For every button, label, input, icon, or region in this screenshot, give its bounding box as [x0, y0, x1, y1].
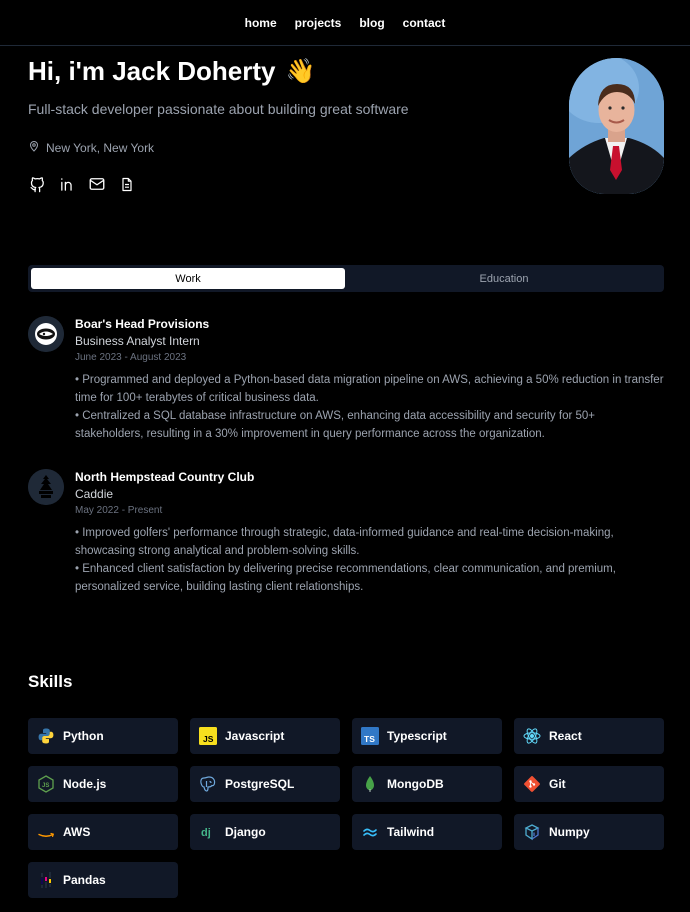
- location: New York, New York: [28, 140, 154, 155]
- hero-name: Hi, i'm Jack Doherty: [28, 56, 276, 86]
- javascript-icon: JS: [199, 727, 217, 745]
- skill-aws: AWS: [28, 814, 178, 850]
- skill-python: Python: [28, 718, 178, 754]
- skill-django: dj Django: [190, 814, 340, 850]
- job-role: Business Analyst Intern: [75, 334, 200, 348]
- pandas-icon: [37, 871, 55, 889]
- top-nav: home projects blog contact: [0, 0, 690, 46]
- skill-mongodb: MongoDB: [352, 766, 502, 802]
- job-role: Caddie: [75, 487, 114, 501]
- skill-javascript: JS Javascript: [190, 718, 340, 754]
- job-bullet: • Programmed and deployed a Python-based…: [75, 374, 664, 404]
- svg-text:JS: JS: [42, 783, 49, 789]
- skill-pandas: Pandas: [28, 862, 178, 898]
- skill-label: Python: [63, 729, 104, 743]
- skill-typescript: TS Typescript: [352, 718, 502, 754]
- profile-photo: [569, 58, 664, 194]
- nav-home[interactable]: home: [245, 16, 277, 30]
- linkedin-icon[interactable]: [58, 175, 76, 193]
- hero-subtitle: Full-stack developer passionate about bu…: [28, 101, 409, 117]
- tailwind-icon: [361, 823, 379, 841]
- mongodb-icon: [361, 775, 379, 793]
- skill-label: Django: [225, 825, 266, 839]
- svg-text:dj: dj: [201, 827, 211, 839]
- skill-react: React: [514, 718, 664, 754]
- job-bullets: • Programmed and deployed a Python-based…: [75, 371, 665, 443]
- tab-work[interactable]: Work: [31, 268, 345, 289]
- git-icon: [523, 775, 541, 793]
- skill-postgresql: PostgreSQL: [190, 766, 340, 802]
- social-links: [28, 175, 136, 193]
- aws-icon: [37, 823, 55, 841]
- skill-numpy: Numpy: [514, 814, 664, 850]
- skill-label: PostgreSQL: [225, 777, 295, 791]
- country-club-logo: [28, 469, 64, 505]
- numpy-icon: [523, 823, 541, 841]
- nav-projects[interactable]: projects: [295, 16, 342, 30]
- job-bullets: • Improved golfers' performance through …: [75, 524, 665, 596]
- job-dates: June 2023 - August 2023: [75, 352, 187, 363]
- skill-label: Node.js: [63, 777, 107, 791]
- skill-git: Git: [514, 766, 664, 802]
- tab-education[interactable]: Education: [347, 268, 661, 289]
- skill-label: Numpy: [549, 825, 590, 839]
- job-bullet: • Centralized a SQL database infrastruct…: [75, 410, 595, 440]
- skill-label: Git: [549, 777, 566, 791]
- skill-label: AWS: [63, 825, 91, 839]
- skill-label: MongoDB: [387, 777, 444, 791]
- nodejs-icon: JS: [37, 775, 55, 793]
- nav-contact[interactable]: contact: [403, 16, 446, 30]
- github-icon[interactable]: [28, 175, 46, 193]
- work-education-tabs: Work Education: [28, 265, 664, 292]
- job-dates: May 2022 - Present: [75, 505, 163, 516]
- python-icon: [37, 727, 55, 745]
- skill-nodejs: JS Node.js: [28, 766, 178, 802]
- resume-icon[interactable]: [118, 175, 136, 193]
- skills-heading: Skills: [28, 672, 73, 691]
- job-bullet: • Enhanced client satisfaction by delive…: [75, 563, 616, 593]
- job-bullet: • Improved golfers' performance through …: [75, 527, 614, 557]
- svg-text:TS: TS: [364, 734, 375, 744]
- location-text: New York, New York: [46, 140, 155, 155]
- nav-blog[interactable]: blog: [359, 16, 384, 30]
- boars-head-logo: [28, 316, 64, 352]
- hero-heading: Hi, i'm Jack Doherty 👋: [28, 56, 315, 87]
- wave-emoji: 👋: [285, 58, 316, 85]
- react-icon: [523, 727, 541, 745]
- skill-label: Javascript: [225, 729, 285, 743]
- mail-icon[interactable]: [88, 175, 106, 193]
- company-name: North Hempstead Country Club: [75, 470, 255, 484]
- typescript-icon: TS: [361, 727, 379, 745]
- postgresql-icon: [199, 775, 217, 793]
- svg-text:JS: JS: [203, 734, 214, 744]
- skill-tailwind: Tailwind: [352, 814, 502, 850]
- skill-label: React: [549, 729, 582, 743]
- company-name: Boar's Head Provisions: [75, 317, 210, 331]
- django-icon: dj: [199, 823, 217, 841]
- skill-label: Typescript: [387, 729, 447, 743]
- skill-label: Tailwind: [387, 825, 435, 839]
- skill-label: Pandas: [63, 873, 106, 887]
- map-pin-icon: [28, 140, 40, 155]
